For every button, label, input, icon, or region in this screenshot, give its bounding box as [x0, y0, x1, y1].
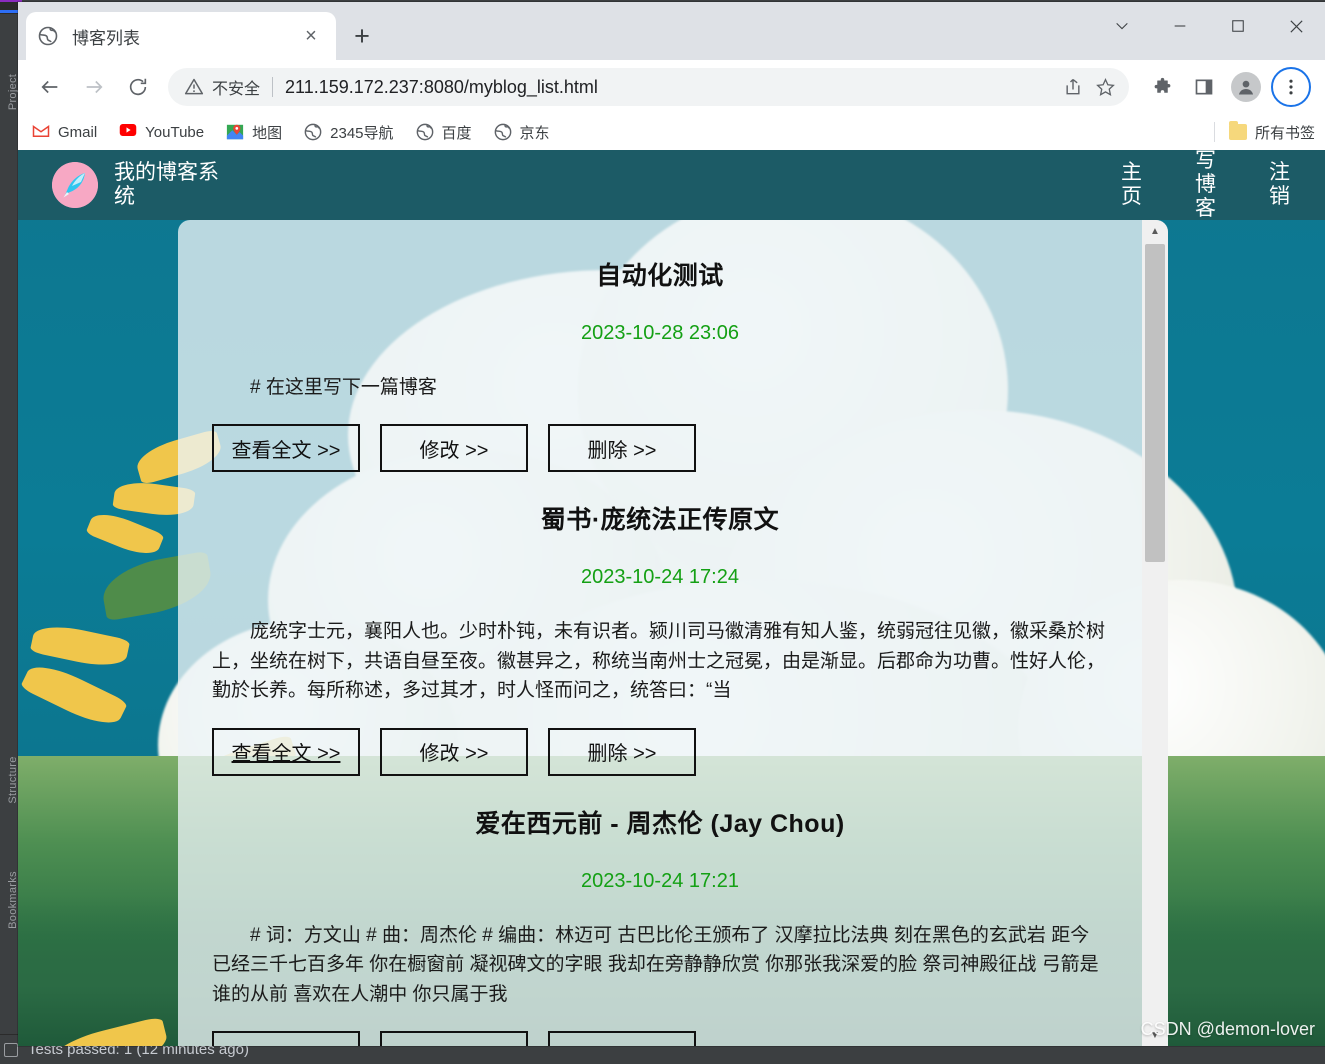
omnibox-divider — [272, 77, 274, 97]
window-controls — [1093, 2, 1325, 50]
page-viewport: 我的博客系统 主页 写博客 注销 自动化测试 2023-10-28 23:06 … — [18, 150, 1325, 1046]
post-title: 爱在西元前 - 周杰伦 (Jay Chou) — [475, 809, 845, 838]
folder-icon — [1228, 121, 1247, 140]
globe-icon — [304, 123, 322, 141]
csdn-watermark: CSDN @demon-lover — [1140, 1019, 1315, 1039]
bookmark-label: 百度 — [441, 124, 472, 142]
post-summary: # 词：方文山 # 曲：周杰伦 # 编曲：林迈可 古巴比伦王颁布了 汉摩拉比法典… — [212, 924, 1099, 1005]
content-scrollbar[interactable]: ▲ ▼ — [1142, 220, 1168, 1046]
bookmarks-bar: Gmail YouTube 地图 2345导航 百度 京东 所有书签 — [18, 114, 1325, 150]
post-date: 2023-10-24 17:21 — [581, 869, 739, 892]
browser-tab[interactable]: 博客列表 × — [26, 12, 336, 60]
post-actions: 查看全文 >> 修改 >> 删除 >> — [212, 727, 1108, 776]
minimize-button[interactable] — [1151, 2, 1209, 50]
avatar — [1231, 72, 1261, 102]
nav-link-home[interactable]: 主页 — [1121, 161, 1161, 209]
blog-post-item: 自动化测试 2023-10-28 23:06 # 在这里写下一篇博客 查看全文 … — [212, 228, 1108, 473]
tab-strip: 博客列表 × + — [18, 2, 1325, 60]
view-full-button[interactable]: 查看全文 >> — [212, 1031, 360, 1046]
delete-button[interactable]: 删除 >> — [548, 424, 696, 473]
new-tab-button[interactable]: + — [342, 16, 382, 56]
edit-button[interactable]: 修改 >> — [380, 1031, 528, 1046]
brand[interactable]: 我的博客系统 — [52, 161, 230, 209]
browser-toolbar: 不安全 211.159.172.237:8080/myblog_list.htm… — [18, 60, 1325, 114]
blog-list-card: 自动化测试 2023-10-28 23:06 # 在这里写下一篇博客 查看全文 … — [178, 220, 1168, 1046]
post-actions: 查看全文 >> 修改 >> 删除 >> — [212, 1031, 1108, 1046]
site-nav: 主页 写博客 注销 — [1087, 150, 1309, 221]
all-bookmarks-button[interactable]: 所有书签 — [1213, 114, 1315, 150]
post-summary: 庞统字士元，襄阳人也。少时朴钝，未有识者。颍川司马徽清雅有知人鉴，统弱冠往见徽，… — [212, 621, 1106, 702]
bookmark-label: YouTube — [145, 123, 205, 141]
site-title: 我的博客系统 — [114, 160, 219, 208]
post-date: 2023-10-28 23:06 — [581, 322, 739, 344]
post-date: 2023-10-24 17:24 — [581, 566, 739, 589]
bookmark-label: Gmail — [58, 123, 98, 141]
bookmark-maps[interactable]: 地图 — [226, 122, 282, 143]
bookmark-2345[interactable]: 2345导航 — [304, 122, 394, 143]
warning-triangle-icon — [184, 77, 204, 97]
scrollbar-thumb[interactable] — [1145, 244, 1165, 562]
blog-post-item: 爱在西元前 - 周杰伦 (Jay Chou) 2023-10-24 17:21 … — [212, 776, 1108, 1046]
profile-avatar[interactable] — [1227, 68, 1265, 106]
delete-button[interactable]: 删除 >> — [548, 727, 696, 776]
gmail-icon — [32, 123, 50, 141]
star-icon[interactable] — [1089, 71, 1121, 103]
post-title: 蜀书·庞统法正传原文 — [540, 506, 780, 535]
bookmark-label: 京东 — [519, 124, 550, 142]
tab-title: 博客列表 — [72, 28, 140, 48]
address-bar[interactable]: 不安全 211.159.172.237:8080/myblog_list.htm… — [168, 68, 1129, 106]
blog-list-scroll-area: 自动化测试 2023-10-28 23:06 # 在这里写下一篇博客 查看全文 … — [178, 220, 1142, 1046]
forward-button[interactable] — [74, 67, 114, 107]
site-header: 我的博客系统 主页 写博客 注销 — [18, 150, 1325, 220]
chrome-browser-window: 博客列表 × + 不安全 211.159.172.237:8080/myblog… — [18, 2, 1325, 1046]
view-full-button[interactable]: 查看全文 >> — [212, 727, 360, 776]
post-actions: 查看全文 >> 修改 >> 删除 >> — [212, 424, 1108, 473]
bookmark-gmail[interactable]: Gmail — [32, 123, 97, 141]
delete-button[interactable]: 删除 >> — [548, 1031, 696, 1046]
side-panel-icon[interactable] — [1185, 68, 1223, 106]
bookmark-youtube[interactable]: YouTube — [119, 123, 204, 141]
maps-icon — [226, 123, 244, 141]
close-icon[interactable]: × — [298, 23, 324, 49]
bookmark-jd[interactable]: 京东 — [494, 122, 550, 143]
pink-feather-pen-logo — [52, 162, 98, 208]
security-status-label: 不安全 — [212, 81, 261, 98]
checkbox-icon — [4, 1042, 18, 1057]
back-button[interactable] — [30, 67, 70, 107]
globe-icon — [38, 26, 58, 46]
extensions-puzzle-icon[interactable] — [1143, 68, 1181, 106]
divider — [1213, 122, 1215, 142]
maximize-button[interactable] — [1209, 2, 1267, 50]
bookmark-baidu[interactable]: 百度 — [416, 122, 472, 143]
globe-icon — [494, 123, 512, 141]
url-text[interactable]: 211.159.172.237:8080/myblog_list.html — [285, 77, 1057, 98]
close-window-button[interactable] — [1267, 2, 1325, 50]
share-icon[interactable] — [1057, 71, 1089, 103]
edit-button[interactable]: 修改 >> — [380, 727, 528, 776]
nav-link-write-blog[interactable]: 写博客 — [1195, 150, 1235, 221]
bookmark-label: 地图 — [252, 124, 283, 142]
bookmark-label: 2345导航 — [330, 124, 394, 142]
globe-icon — [416, 123, 434, 141]
scroll-up-arrow-icon[interactable]: ▲ — [1142, 220, 1168, 242]
all-bookmarks-label: 所有书签 — [1254, 124, 1315, 142]
youtube-icon — [119, 123, 137, 141]
nav-link-logout[interactable]: 注销 — [1269, 161, 1309, 209]
post-summary: # 在这里写下一篇博客 — [250, 377, 437, 398]
post-title: 自动化测试 — [596, 262, 724, 290]
blog-post-item: 蜀书·庞统法正传原文 2023-10-24 17:24 庞统字士元，襄阳人也。少… — [212, 472, 1108, 776]
edit-button[interactable]: 修改 >> — [380, 424, 528, 473]
reload-button[interactable] — [118, 67, 158, 107]
view-full-button[interactable]: 查看全文 >> — [212, 424, 360, 473]
chevron-down-icon[interactable] — [1093, 2, 1151, 50]
three-dot-menu-icon[interactable] — [1271, 67, 1311, 107]
